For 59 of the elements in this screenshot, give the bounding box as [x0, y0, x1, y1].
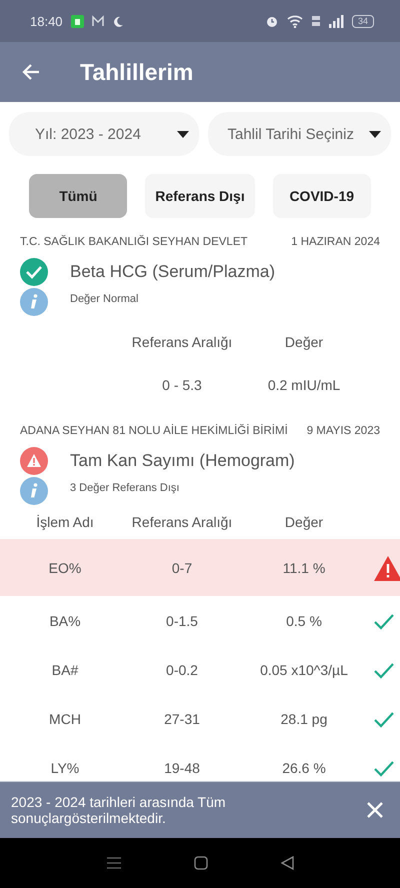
check-circle-icon — [20, 258, 48, 286]
caret-icon — [176, 130, 188, 138]
close-icon — [366, 801, 384, 819]
test-name: Beta HCG (Serum/Plazma) — [70, 262, 275, 282]
home-icon — [194, 856, 208, 870]
back-icon — [280, 856, 294, 870]
institution-name: T.C. SAĞLIK BAKANLIĞI SEYHAN DEVLET — [20, 236, 248, 248]
column-header: Referans Aralığı — [130, 514, 234, 530]
column-header: Değer — [284, 334, 324, 350]
filter-tab[interactable]: Referans Dışı — [145, 174, 255, 218]
signal-icon — [328, 14, 344, 28]
info-icon — [20, 288, 48, 316]
table-cell-text: MCH — [48, 710, 82, 726]
clock: 18:40 — [30, 14, 63, 28]
table-cell-text: 0-1.5 — [165, 612, 199, 628]
table-cell-text: BA% — [48, 612, 82, 628]
table-cell-text: EO% — [48, 560, 82, 576]
dropdown[interactable]: Yıl: 2023 - 2024 — [9, 112, 198, 156]
test-name: Tam Kan Sayımı (Hemogram) — [70, 451, 295, 471]
result-date: 1 HAZIRAN 2024 — [291, 236, 380, 248]
table-cell-text: 19-48 — [163, 760, 201, 776]
filter-tab[interactable]: Tümü — [29, 174, 128, 218]
table-cell-text: 0.2 mIU/mL — [266, 376, 342, 392]
home-button[interactable] — [194, 856, 208, 870]
table-cell-text: 26.6 % — [281, 760, 327, 776]
table-cell-text: 0-7 — [170, 560, 194, 576]
caret-icon — [369, 130, 381, 138]
institution-name: ADANA SEYHAN 81 NOLU AİLE HEKİMLİĞİ BİRİMİ — [20, 425, 288, 437]
page-title: Tahlillerim — [80, 58, 194, 86]
column-header: Değer — [284, 514, 324, 530]
table-cell-text: 0 - 5.3 — [161, 376, 203, 392]
table-cell-text: 27-31 — [163, 710, 201, 726]
wifi-icon — [286, 14, 303, 28]
info-icon — [20, 477, 48, 505]
menu-icon — [106, 856, 122, 870]
table-cell-text: 28.1 pg — [280, 710, 328, 726]
table-cell-text: BA# — [50, 662, 80, 678]
dropdown[interactable]: Tahlil Tarihi Seçiniz — [208, 112, 391, 156]
menu-button[interactable] — [106, 856, 122, 870]
table-cell-text: 0-0.2 — [165, 662, 199, 678]
table-cell-text: 11.1 % — [282, 560, 326, 576]
mail-icon — [92, 14, 104, 28]
table-cell-text: LY% — [50, 760, 80, 776]
alarm-icon — [264, 14, 279, 28]
filter-tab[interactable]: COVID-19 — [272, 174, 371, 218]
app-notification-icon — [70, 14, 84, 28]
close-button[interactable] — [366, 801, 384, 819]
table-cell-text: 0.5 % — [285, 612, 323, 628]
battery-level: 34 — [352, 14, 374, 28]
warning-circle-icon — [20, 447, 48, 475]
result-summary: 3 Değer Referans Dışı — [70, 482, 180, 494]
result-summary: Değer Normal — [70, 293, 138, 305]
column-header: İşlem Adı — [35, 514, 95, 530]
table-cell-text: 0.05 x10^3/µL — [259, 662, 349, 678]
back-button[interactable] — [280, 856, 294, 870]
moon-icon — [112, 15, 124, 27]
result-date: 9 MAYIS 2023 — [306, 425, 380, 437]
snackbar-message: 2023 - 2024 tarihleri arasında Tüm sonuçlargösterilmektedir. — [11, 794, 227, 826]
column-header: Referans Aralığı — [130, 334, 234, 350]
